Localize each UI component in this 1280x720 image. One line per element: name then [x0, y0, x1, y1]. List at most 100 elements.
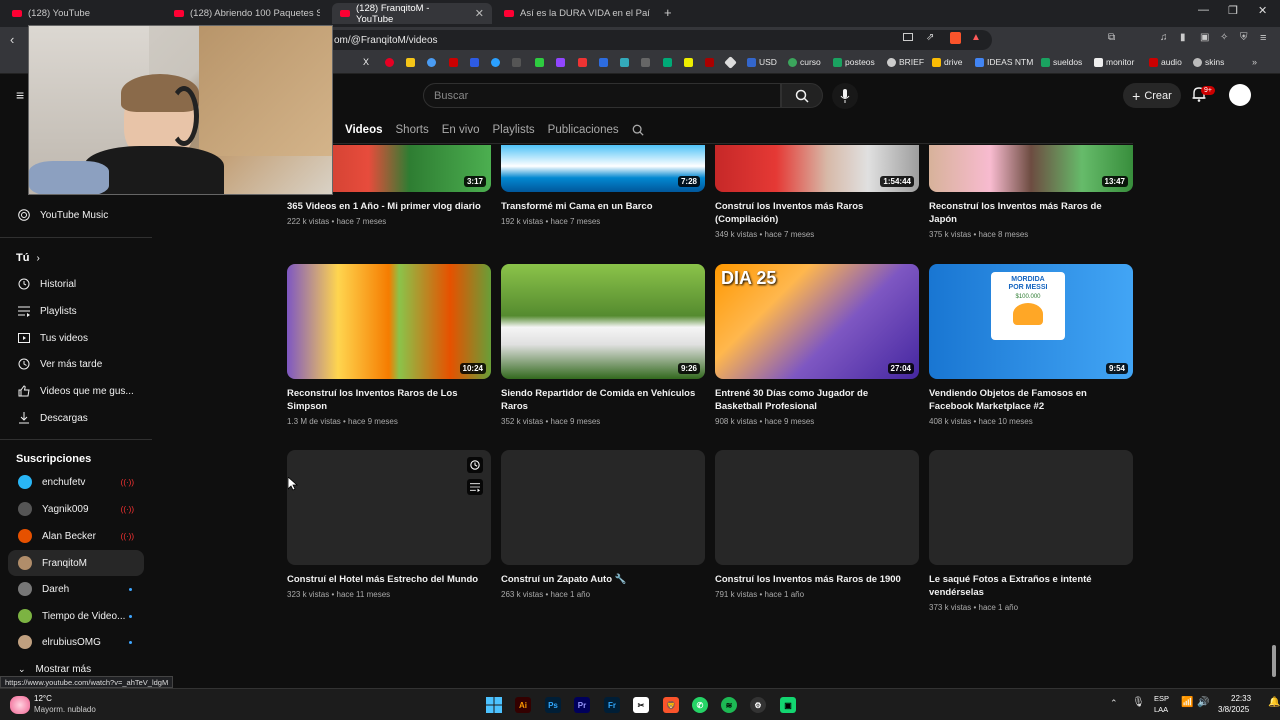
watch-later-icon[interactable]	[467, 457, 483, 473]
sidebar-you-header[interactable]: Tú ›	[16, 252, 40, 264]
bookmark-monitor[interactable]: monitor	[1094, 57, 1134, 67]
brave-shield-icon[interactable]	[950, 32, 961, 44]
video-thumbnail[interactable]: DIA 25 27:04	[715, 264, 919, 379]
video-card[interactable]: Le saqué Fotos a Extraños e intenté vend…	[929, 450, 1133, 612]
video-title[interactable]: Construí los Inventos más Raros de 1900	[715, 573, 915, 586]
video-card[interactable]: 13:47 Reconstruí los Inventos más Raros …	[929, 145, 1133, 239]
video-card[interactable]: 10:24 Reconstruí los Inventos Raros de L…	[287, 264, 491, 426]
video-card[interactable]: 7:28 Transformé mi Cama en un Barco 192 …	[501, 145, 705, 226]
video-card[interactable]: DIA 25 27:04 Entrené 30 Días como Jugado…	[715, 264, 919, 426]
video-thumbnail[interactable]: MORDIDA POR MESSI $100.000 9:54	[929, 264, 1133, 379]
account-avatar[interactable]	[1229, 84, 1251, 106]
tab-shorts[interactable]: Shorts	[396, 124, 429, 136]
sidebar-sub-alan-becker[interactable]: Alan Becker ((·))	[8, 523, 144, 549]
pinterest-icon[interactable]	[385, 58, 394, 67]
sidebar-sub-franqitom[interactable]: FranqitoM	[8, 550, 144, 576]
spotify-icon[interactable]: ≋	[721, 697, 737, 713]
video-title[interactable]: Transformé mi Cama en un Barco	[501, 200, 701, 213]
video-card[interactable]: 1:54:44 Construí los Inventos más Raros …	[715, 145, 919, 239]
close-window-icon[interactable]: ✕	[1258, 4, 1267, 17]
share-icon[interactable]: ⇗	[926, 32, 934, 43]
layout-indicator[interactable]: LAA	[1154, 705, 1168, 714]
bookmark-icon[interactable]	[535, 58, 544, 67]
bookmark-icon[interactable]	[724, 56, 737, 69]
photoshop-icon[interactable]: Ps	[545, 697, 561, 713]
bookmark-brief[interactable]: BRIEF	[887, 57, 924, 67]
sidebar-sub-elrubiusomg[interactable]: elrubiusOMG	[8, 629, 144, 655]
video-card[interactable]: 9:26 Siendo Repartidor de Comida en Vehí…	[501, 264, 705, 426]
video-thumbnail[interactable]: 1:54:44	[715, 145, 919, 192]
video-title[interactable]: Entrené 30 Días como Jugador de Basketba…	[715, 387, 915, 413]
rewards-icon[interactable]: ▲	[971, 32, 981, 43]
sidebar-item-youtube-music[interactable]: YouTube Music	[8, 202, 144, 228]
sidebar-item-your-videos[interactable]: Tus videos	[8, 325, 144, 351]
create-button[interactable]: + Crear	[1123, 83, 1181, 108]
bookmark-audio[interactable]: audio	[1149, 57, 1182, 67]
fresco-icon[interactable]: Fr	[604, 697, 620, 713]
tab-live[interactable]: En vivo	[442, 124, 480, 136]
page-scrollbar[interactable]	[1272, 645, 1276, 677]
bookmark-icon[interactable]	[663, 58, 672, 67]
sidebar-sub-yagnik009[interactable]: Yagnik009 ((·))	[8, 496, 144, 522]
tab-playlists[interactable]: Playlists	[492, 124, 534, 136]
video-title[interactable]: 365 Videos en 1 Año - Mi primer vlog dia…	[287, 200, 487, 213]
x-icon[interactable]: X	[363, 57, 369, 67]
twitch-icon[interactable]	[556, 58, 565, 67]
video-thumbnail[interactable]: 7:28	[501, 145, 705, 192]
voice-search-button[interactable]	[832, 83, 858, 109]
bookmark-usd[interactable]: USD	[747, 57, 777, 67]
video-card[interactable]: Construí un Zapato Auto 🔧 263 k vistas •…	[501, 450, 705, 599]
video-title[interactable]: Construí los Inventos más Raros (Compila…	[715, 200, 915, 226]
back-icon[interactable]: ‹	[10, 32, 14, 47]
bookmark-icon[interactable]	[599, 58, 608, 67]
add-to-queue-icon[interactable]	[467, 479, 483, 495]
video-title[interactable]: Siendo Repartidor de Comida en Vehículos…	[501, 387, 701, 413]
video-title[interactable]: Reconstruí los Inventos más Raros de Jap…	[929, 200, 1129, 226]
browser-tab[interactable]: Así es la DURA VIDA en el País Más B...	[496, 3, 658, 24]
sidebar-sub-dareh[interactable]: Dareh	[8, 576, 144, 602]
ai-icon[interactable]: ✧	[1220, 32, 1228, 43]
video-card[interactable]: Construí los Inventos más Raros de 1900 …	[715, 450, 919, 599]
bookmark-sueldos[interactable]: sueldos	[1041, 57, 1082, 67]
video-card[interactable]: MORDIDA POR MESSI $100.000 9:54 Vendiend…	[929, 264, 1133, 426]
clock-date[interactable]: 3/8/2025	[1218, 705, 1249, 714]
video-thumbnail[interactable]: 10:24	[287, 264, 491, 379]
search-button[interactable]	[781, 83, 823, 108]
bookmark-posteos[interactable]: posteos	[833, 57, 875, 67]
screen-icon[interactable]	[903, 33, 913, 41]
app-icon[interactable]: ▣	[780, 697, 796, 713]
bookmark-icon[interactable]	[705, 58, 714, 67]
bookmark-skins[interactable]: skins	[1193, 57, 1224, 67]
volume-icon[interactable]: 🔊	[1197, 697, 1209, 708]
browser-tab-active[interactable]: (128) FranqitoM - YouTube ✕	[332, 3, 492, 25]
wallet-icon[interactable]: ▣	[1200, 32, 1209, 43]
sidebar-item-history[interactable]: Historial	[8, 271, 144, 297]
windows-start-icon[interactable]	[486, 697, 502, 713]
video-thumbnail[interactable]: 13:47	[929, 145, 1133, 192]
weather-icon[interactable]	[10, 696, 30, 714]
language-indicator[interactable]: ESP	[1154, 694, 1169, 703]
sidebar-sub-tiempo-de-video[interactable]: Tiempo de Video...	[8, 603, 144, 629]
video-thumbnail[interactable]	[287, 450, 491, 565]
bookmark-icon[interactable]	[620, 58, 629, 67]
minimize-icon[interactable]: —	[1198, 4, 1209, 16]
capcut-icon[interactable]: ✂	[633, 697, 649, 713]
maximize-icon[interactable]: ❐	[1228, 4, 1238, 17]
premiere-icon[interactable]: Pr	[574, 697, 590, 713]
bookmark-ideas[interactable]: IDEAS NTM	[975, 57, 1033, 67]
sidebar-icon[interactable]: ▮	[1180, 32, 1186, 43]
weather-temp[interactable]: 12°C	[34, 694, 52, 703]
bookmark-icon[interactable]	[406, 58, 415, 67]
video-title[interactable]: Vendiendo Objetos de Famosos en Facebook…	[929, 387, 1129, 413]
bookmark-icon[interactable]	[684, 58, 693, 67]
illustrator-icon[interactable]: Ai	[515, 697, 531, 713]
brave-browser-icon[interactable]: 🦁	[663, 697, 679, 713]
menu-icon[interactable]: ≡	[1260, 32, 1266, 44]
music-icon[interactable]: ♫	[1160, 32, 1168, 43]
bookmark-icon[interactable]	[427, 58, 436, 67]
video-thumbnail[interactable]: 9:26	[501, 264, 705, 379]
more-bookmarks-icon[interactable]: »	[1252, 57, 1257, 67]
video-thumbnail[interactable]	[715, 450, 919, 565]
browser-tab[interactable]: (128) Abriendo 100 Paquetes Sorpre...	[166, 3, 328, 24]
video-title[interactable]: Reconstruí los Inventos Raros de Los Sim…	[287, 387, 487, 413]
